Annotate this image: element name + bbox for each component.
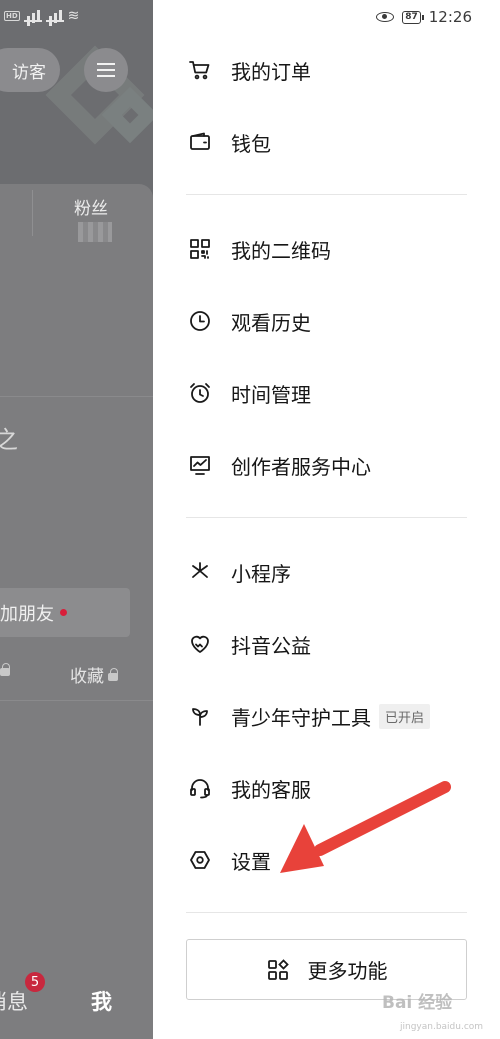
menu-item-label: 我的订单 xyxy=(231,59,311,84)
stat-divider xyxy=(32,190,33,236)
menu-item-label: 设置 xyxy=(231,849,271,874)
headset-icon xyxy=(186,774,214,802)
alarm-clock-icon xyxy=(186,379,214,407)
eye-icon xyxy=(376,12,395,22)
menu-item-label: 钱包 xyxy=(231,131,271,156)
status-bar-right: 87 12:26 xyxy=(376,8,472,26)
section-divider xyxy=(186,912,467,913)
menu-item-label: 时间管理 xyxy=(231,382,311,407)
signal-icon xyxy=(45,10,64,22)
background-profile-page: HD ≋ 访客 粉丝 之 加朋友 收藏 消息 5 我 xyxy=(0,0,153,1039)
menu-item-youth-protection[interactable]: 青少年守护工具 已开启 xyxy=(186,696,431,736)
menu-item-charity[interactable]: 抖音公益 xyxy=(186,624,311,664)
text-fragment: 之 xyxy=(0,426,18,454)
signal-icon xyxy=(23,10,42,22)
menu-item-label: 我的二维码 xyxy=(231,238,331,263)
lock-icon xyxy=(0,663,10,676)
collect-label: 收藏 xyxy=(70,667,104,687)
sprout-icon xyxy=(186,702,214,730)
menu-item-label: 创作者服务中心 xyxy=(231,454,371,479)
lock-icon xyxy=(108,668,118,681)
watermark-url: jingyan.baidu.com xyxy=(400,1022,484,1032)
watermark-logo: Bai 经验 xyxy=(382,993,453,1013)
hd-badge: HD xyxy=(4,11,20,21)
message-count-badge: 5 xyxy=(25,972,45,992)
notification-dot xyxy=(60,609,67,616)
more-features-label: 更多功能 xyxy=(307,959,388,983)
fans-count-blurred xyxy=(78,222,112,242)
menu-item-time-management[interactable]: 时间管理 xyxy=(186,373,311,413)
menu-item-orders[interactable]: 我的订单 xyxy=(186,50,311,90)
add-friend-label: 加朋友 xyxy=(0,603,54,625)
section-divider xyxy=(186,194,467,195)
grid-icon xyxy=(267,958,289,980)
visitor-button[interactable]: 访客 xyxy=(0,48,60,92)
divider xyxy=(0,396,153,397)
charity-heart-icon xyxy=(186,630,214,658)
menu-item-creator-center[interactable]: 创作者服务中心 xyxy=(186,445,371,485)
wallet-icon xyxy=(186,128,214,156)
divider xyxy=(0,700,153,701)
menu-item-settings[interactable]: 设置 xyxy=(186,840,271,880)
battery-indicator: 87 xyxy=(402,10,424,24)
status-bar-left: HD ≋ xyxy=(0,0,79,32)
menu-icon xyxy=(97,69,115,71)
mini-program-icon xyxy=(186,558,214,586)
hamburger-menu-button[interactable] xyxy=(84,48,128,92)
status-badge: 已开启 xyxy=(379,703,431,729)
clock-time: 12:26 xyxy=(428,8,472,26)
menu-item-watch-history[interactable]: 观看历史 xyxy=(186,301,311,341)
menu-item-mini-programs[interactable]: 小程序 xyxy=(186,552,291,592)
cart-icon xyxy=(186,56,214,84)
tab-collect[interactable]: 收藏 xyxy=(70,662,118,687)
menu-item-label: 我的客服 xyxy=(231,777,311,802)
section-divider xyxy=(186,517,467,518)
menu-item-customer-service[interactable]: 我的客服 xyxy=(186,768,311,808)
chart-monitor-icon xyxy=(186,451,214,479)
side-drawer: 87 12:26 我的订单 钱包 我的二维码 观看历史 时间管理 创作者服务中心… xyxy=(153,0,500,1039)
fans-label[interactable]: 粉丝 xyxy=(74,194,108,219)
settings-hexagon-icon xyxy=(186,846,214,874)
menu-item-wallet[interactable]: 钱包 xyxy=(186,122,271,162)
clock-icon xyxy=(186,307,214,335)
tab-messages[interactable]: 消息 xyxy=(0,986,28,1016)
tab-me[interactable]: 我 xyxy=(91,986,112,1016)
add-friend-button[interactable]: 加朋友 xyxy=(0,588,130,637)
wifi-icon: ≋ xyxy=(67,8,80,24)
menu-item-label: 观看历史 xyxy=(231,310,311,335)
menu-item-label: 抖音公益 xyxy=(231,633,311,658)
menu-item-label: 小程序 xyxy=(231,561,291,586)
qrcode-icon xyxy=(186,235,214,263)
menu-item-qrcode[interactable]: 我的二维码 xyxy=(186,229,331,269)
visitor-label: 访客 xyxy=(12,62,46,83)
menu-item-label: 青少年守护工具 xyxy=(231,705,371,730)
